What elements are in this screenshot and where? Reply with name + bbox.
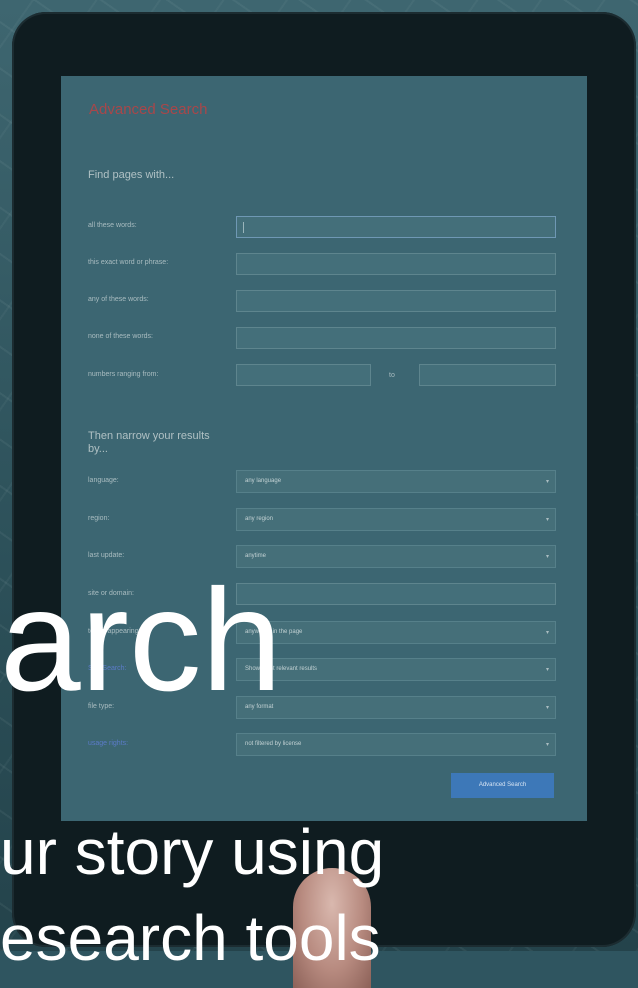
last-update-label: last update: <box>88 552 125 559</box>
file-type-select[interactable]: any format ▾ <box>236 696 556 719</box>
chevron-down-icon: ▾ <box>545 705 549 711</box>
advanced-search-button[interactable]: Advanced Search <box>451 773 554 798</box>
safesearch-select[interactable]: Show most relevant results ▾ <box>236 658 556 681</box>
number-range-label: numbers ranging from: <box>88 371 159 378</box>
range-from-input[interactable] <box>236 364 371 386</box>
any-words-label: any of these words: <box>88 296 149 303</box>
language-value: any language <box>245 478 282 484</box>
chevron-down-icon: ▾ <box>545 479 549 485</box>
language-label: language: <box>88 477 119 484</box>
site-domain-input[interactable] <box>236 583 556 605</box>
overlay-subtitle-line-1: ur story using <box>0 816 385 888</box>
chevron-down-icon: ▾ <box>545 554 549 560</box>
none-words-input[interactable] <box>236 327 556 349</box>
exact-phrase-label: this exact word or phrase: <box>88 259 169 266</box>
none-words-label: none of these words: <box>88 333 153 340</box>
chevron-down-icon: ▾ <box>545 742 549 748</box>
region-value: any region <box>245 516 274 522</box>
all-words-label: all these words: <box>88 222 137 229</box>
overlay-subtitle-line-2: esearch tools <box>0 902 381 974</box>
all-words-input[interactable] <box>236 216 556 238</box>
range-to-input[interactable] <box>419 364 556 386</box>
region-select[interactable]: any region ▾ <box>236 508 556 531</box>
usage-rights-value: not filtered by license <box>245 741 302 747</box>
chevron-down-icon: ▾ <box>545 667 549 673</box>
narrow-results-heading: Then narrow your results by... <box>88 430 210 455</box>
find-pages-heading: Find pages with... <box>88 169 175 181</box>
overlay-headline: arch <box>0 559 283 721</box>
exact-phrase-input[interactable] <box>236 253 556 275</box>
page-title: Advanced Search <box>89 101 208 118</box>
last-update-select[interactable]: anytime ▾ <box>236 545 556 568</box>
any-words-input[interactable] <box>236 290 556 312</box>
text-cursor <box>243 222 244 233</box>
language-select[interactable]: any language ▾ <box>236 470 556 493</box>
range-to-label: to <box>389 372 395 379</box>
terms-appearing-select[interactable]: anywhere in the page ▾ <box>236 621 556 644</box>
region-label: region: <box>88 515 110 522</box>
usage-rights-link[interactable]: usage rights: <box>88 740 128 747</box>
chevron-down-icon: ▾ <box>545 517 549 523</box>
chevron-down-icon: ▾ <box>545 630 549 636</box>
usage-rights-select[interactable]: not filtered by license ▾ <box>236 733 556 756</box>
